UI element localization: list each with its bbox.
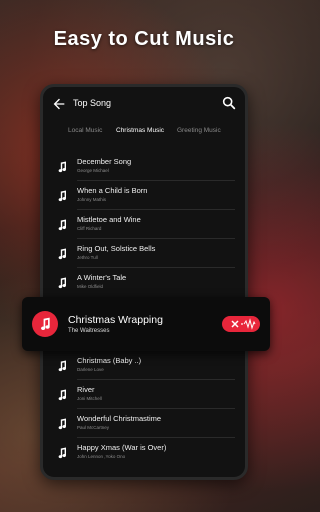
list-item[interactable]: When a Child is Born Johnny Mathis <box>43 182 245 210</box>
headline: Easy to Cut Music <box>53 28 235 50</box>
search-icon[interactable] <box>221 95 237 111</box>
music-note-icon <box>58 161 67 173</box>
divider <box>77 408 235 409</box>
tab-christmas-music[interactable]: Christmas Music <box>116 127 164 134</box>
tab-bar: Local Music Christmas Music Greeting Mus… <box>43 127 245 143</box>
song-artist: Jethro Tull <box>77 255 98 260</box>
song-title: Happy Xmas (War is Over) <box>77 443 167 452</box>
song-title: Christmas (Baby ..) <box>77 356 142 365</box>
list-item[interactable]: Ring Out, Solstice Bells Jethro Tull <box>43 240 245 268</box>
song-artist: Johnny Mathis <box>77 197 107 202</box>
music-note-icon <box>58 389 67 401</box>
song-title: A Winter's Tale <box>77 273 127 282</box>
song-title: December Song <box>77 157 132 166</box>
selected-song-icon <box>32 311 58 337</box>
music-note-icon <box>58 360 67 372</box>
song-artist: Darlene Love <box>77 367 104 372</box>
list-item[interactable]: Happy Xmas (War is Over) John Lennon ,Yo… <box>43 439 245 467</box>
list-item[interactable]: A Winter's Tale Mike Oldfield <box>43 269 245 297</box>
divider <box>77 267 235 268</box>
music-note-icon <box>41 317 50 331</box>
song-artist: Joni Mitchell <box>77 396 102 401</box>
back-arrow-icon[interactable] <box>51 96 67 112</box>
song-title: River <box>77 385 95 394</box>
selected-song-card[interactable]: Christmas Wrapping The Waitresses <box>22 297 270 351</box>
selected-song-artist: The Waitresses <box>68 328 110 334</box>
divider <box>77 209 235 210</box>
song-title: Mistletoe and Wine <box>77 215 141 224</box>
cut-icon <box>231 318 256 330</box>
music-note-icon <box>58 277 67 289</box>
song-title: Wonderful Christmastime <box>77 414 162 423</box>
top-bar: Top Song <box>43 87 245 123</box>
song-artist: George Michael <box>77 168 109 173</box>
tab-local-music[interactable]: Local Music <box>68 127 102 134</box>
cut-button[interactable] <box>222 316 260 332</box>
divider <box>77 238 235 239</box>
song-artist: Mike Oldfield <box>77 284 104 289</box>
song-title: When a Child is Born <box>77 186 148 195</box>
music-note-icon <box>58 190 67 202</box>
song-title: Ring Out, Solstice Bells <box>77 244 156 253</box>
music-note-icon <box>58 418 67 430</box>
music-note-icon <box>58 219 67 231</box>
music-note-icon <box>58 447 67 459</box>
divider <box>77 437 235 438</box>
list-item[interactable]: December Song George Michael <box>43 153 245 181</box>
song-artist: John Lennon ,Yoko Ono <box>77 454 126 459</box>
song-artist: Paul McCartney <box>77 425 110 430</box>
page-title: Top Song <box>73 98 112 108</box>
music-note-icon <box>58 248 67 260</box>
tab-greeting-music[interactable]: Greeting Music <box>177 127 221 134</box>
list-item[interactable]: Mistletoe and Wine Cliff Richard <box>43 211 245 239</box>
list-item[interactable]: Wonderful Christmastime Paul McCartney <box>43 410 245 438</box>
list-item[interactable]: River Joni Mitchell <box>43 381 245 409</box>
list-item[interactable]: Christmas (Baby ..) Darlene Love <box>43 352 245 380</box>
song-artist: Cliff Richard <box>77 226 102 231</box>
divider <box>77 379 235 380</box>
song-picker-screen: Top Song Local Music Christmas Music Gre… <box>40 84 248 480</box>
divider <box>77 180 235 181</box>
selected-song-title: Christmas Wrapping <box>68 314 163 326</box>
